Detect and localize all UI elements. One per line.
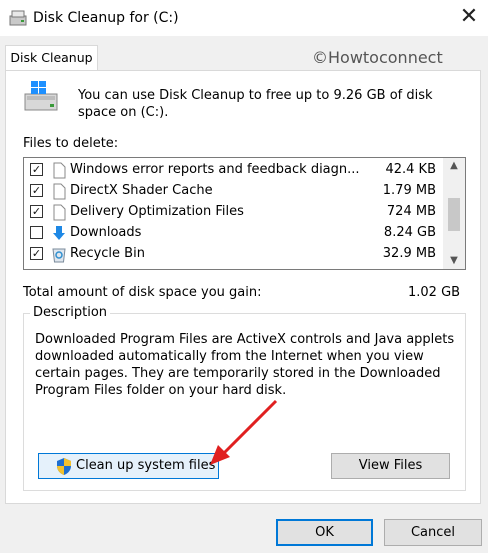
scroll-thumb[interactable] (448, 198, 460, 231)
files-list[interactable]: ✓ Windows error reports and feedback dia… (23, 157, 466, 270)
file-size: 1.79 MB (382, 183, 436, 198)
file-name: Windows error reports and feedback diagn… (70, 162, 360, 177)
file-row[interactable]: ✓ DirectX Shader Cache 1.79 MB (24, 181, 444, 202)
clean-up-button-label: Clean up system files (76, 458, 216, 473)
file-checkbox[interactable]: ✓ (30, 247, 43, 260)
files-scrollbar[interactable]: ▲ ▼ (443, 158, 465, 269)
file-row[interactable]: ✓ Recycle Bin 32.9 MB (24, 244, 444, 265)
file-checkbox[interactable]: ✓ (30, 163, 43, 176)
disk-cleanup-app-icon (9, 10, 27, 26)
file-icon (53, 183, 66, 200)
file-size: 42.4 KB (385, 162, 436, 177)
file-size: 724 MB (386, 204, 436, 219)
file-icon (53, 204, 66, 221)
clean-up-system-files-button[interactable]: Clean up system files (38, 453, 219, 479)
file-checkbox[interactable] (30, 226, 43, 239)
close-icon[interactable]: ✕ (458, 6, 480, 28)
file-icon (53, 162, 66, 179)
scroll-down-icon[interactable]: ▼ (443, 253, 465, 269)
file-name: DirectX Shader Cache (70, 183, 213, 198)
ok-button[interactable]: OK (276, 519, 373, 546)
file-row[interactable]: Downloads 8.24 GB (24, 223, 444, 244)
file-row[interactable]: ✓ Delivery Optimization Files 724 MB (24, 202, 444, 223)
file-name: Recycle Bin (70, 246, 145, 261)
file-size: 32.9 MB (382, 246, 436, 261)
scroll-up-icon[interactable]: ▲ (443, 158, 465, 174)
intro-text: You can use Disk Cleanup to free up to 9… (78, 88, 433, 120)
file-checkbox[interactable]: ✓ (30, 205, 43, 218)
window-title: Disk Cleanup for (C:) (33, 10, 179, 26)
download-arrow-icon (53, 226, 65, 240)
tab-disk-cleanup[interactable]: Disk Cleanup (5, 45, 98, 71)
files-to-delete-label: Files to delete: (23, 136, 119, 151)
annotation-arrow-icon (210, 399, 278, 465)
file-row[interactable]: ✓ Windows error reports and feedback dia… (24, 160, 444, 181)
file-name: Delivery Optimization Files (70, 204, 244, 219)
hard-drive-icon (24, 81, 58, 111)
recycle-bin-icon (52, 248, 66, 263)
total-space-label: Total amount of disk space you gain: (23, 285, 262, 300)
title-bar: Disk Cleanup for (C:) ✕ (0, 0, 488, 36)
uac-shield-icon (57, 458, 71, 475)
file-checkbox[interactable]: ✓ (30, 184, 43, 197)
file-name: Downloads (70, 225, 142, 240)
total-space-value: 1.02 GB (408, 285, 461, 300)
file-size: 8.24 GB (383, 225, 436, 240)
description-legend: Description (30, 305, 111, 320)
watermark: ©Howtoconnect (312, 48, 443, 67)
view-files-button[interactable]: View Files (331, 453, 450, 479)
cancel-button[interactable]: Cancel (384, 519, 482, 546)
description-text: Downloaded Program Files are ActiveX con… (35, 332, 455, 398)
